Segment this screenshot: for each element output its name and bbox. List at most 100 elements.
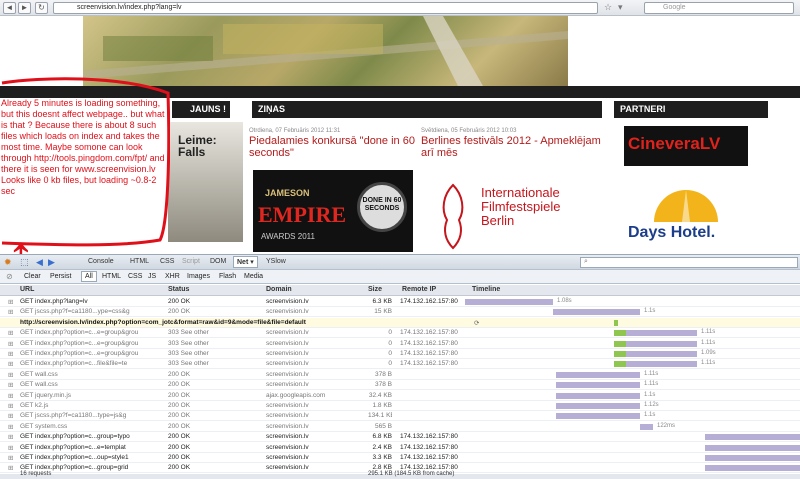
column-remote-ip[interactable]: Remote IP (402, 286, 436, 293)
filter-js[interactable]: JS (148, 273, 156, 280)
expand-icon[interactable]: ⊞ (8, 433, 13, 441)
request-row[interactable]: http://screenvision.lv/index.php?option=… (0, 317, 800, 328)
expand-icon[interactable]: ⊞ (8, 350, 13, 358)
firebug-toolbar: ✹ ⬚ ◀ ▶ Console HTML CSS Script DOM Net … (0, 254, 800, 270)
column-timeline[interactable]: Timeline (472, 286, 500, 293)
news-section-title: ZIŅAS (258, 104, 285, 114)
search-icon: ⌕ (584, 258, 588, 265)
request-row[interactable]: ⊞ GET k2.js 200 OK screenvision.lv 1.8 KB 1.1… (0, 401, 800, 411)
request-row[interactable]: ⊞ GET system.css 200 OK screenvision.lv 565 … (0, 422, 800, 432)
request-size: 0 (388, 339, 392, 347)
column-domain[interactable]: Domain (266, 286, 292, 293)
request-url: http://screenvision.lv/index.php?option=… (20, 318, 306, 326)
request-size: 134.1 KB (368, 412, 392, 420)
days-hotel-logo[interactable]: Days Hotel. (624, 182, 748, 248)
filter-css[interactable]: CSS (128, 273, 142, 280)
column-url[interactable]: URL (20, 286, 34, 293)
back-button[interactable]: ◄ (3, 2, 16, 14)
expand-icon[interactable]: ⊞ (8, 371, 13, 379)
expand-icon[interactable]: ⊞ (8, 454, 13, 462)
url-dropdown-icon[interactable]: ▾ (618, 2, 623, 13)
filter-clear[interactable]: Clear (24, 273, 41, 280)
request-row[interactable]: ⊞ GET wall.css 200 OK screenvision.lv 378 B 1… (0, 380, 800, 391)
request-row[interactable]: ⊞ GET jscss.php?f=ca1180...ype=css&g 200 O… (0, 307, 800, 318)
request-row[interactable]: ⊞ GET index.php?option=c...e=group&grou 30… (0, 349, 800, 359)
annotation-note: Already 5 minutes is loading something, … (1, 98, 165, 196)
request-domain: screenvision.lv (266, 350, 309, 357)
timeline-bar (626, 340, 697, 347)
tab-console[interactable]: Console (88, 258, 114, 265)
request-row[interactable]: ⊞ GET index.php?option=c...e=group&grou 30… (0, 339, 800, 349)
timeline-duration: 1.1s (644, 391, 656, 398)
request-row[interactable]: ⊞ GET index.php?option=c...file&file=te 30… (0, 359, 800, 370)
request-size: 378 B (375, 370, 392, 378)
cinevera-logo[interactable]: CineveraLV (624, 126, 748, 166)
filter-persist[interactable]: Persist (50, 273, 71, 280)
search-input[interactable]: Google (644, 2, 794, 14)
nav-left-icon[interactable]: ◀ (36, 257, 43, 268)
filter-xhr[interactable]: XHR (165, 273, 180, 280)
request-row[interactable]: ⊞ GET index.php?option=c...e=group&grou 30… (0, 328, 800, 339)
expand-icon[interactable]: ⊞ (8, 423, 13, 431)
timeline-wait-bar (614, 330, 626, 337)
summary-requests: 16 requests (20, 471, 52, 477)
tab-css[interactable]: CSS (160, 258, 174, 265)
request-row[interactable]: ⊞ GET index.php?option=c...e=templat 200 O… (0, 443, 800, 453)
request-row[interactable]: ⊞ GET jquery.min.js 200 OK ajax.googleapis.… (0, 391, 800, 401)
expand-icon[interactable]: ⊞ (8, 298, 13, 306)
forward-button[interactable]: ► (18, 2, 31, 14)
request-row[interactable]: ⊞ GET index.php?lang=lv 200 OK screenvision… (0, 297, 800, 307)
column-size[interactable]: Size (368, 286, 382, 293)
expand-icon[interactable]: ⊞ (8, 402, 13, 410)
expand-icon[interactable]: ⊞ (8, 340, 13, 348)
url-field[interactable]: screenvision.lv/index.php?lang=lv (53, 2, 598, 14)
request-size: 6.3 KB (372, 298, 392, 305)
berlin-line3: Berlin (481, 213, 515, 228)
bookmark-star-icon[interactable]: ☆ (604, 2, 612, 13)
expand-icon[interactable]: ⊞ (8, 329, 13, 337)
expand-icon[interactable]: ⊞ (8, 308, 13, 316)
column-status[interactable]: Status (168, 286, 189, 293)
request-row[interactable]: ⊞ GET index.php?option=c...oup=style1 200 … (0, 453, 800, 463)
news-title-link[interactable]: Berlines festivāls 2012 - Apmeklējam arī… (421, 135, 601, 159)
timeline-duration: 1.08s (557, 298, 572, 304)
request-url: GET jquery.min.js (20, 391, 72, 399)
news-date: Otrdiena, 07 Februāris 2012 11:31 (249, 128, 341, 134)
inspect-icon[interactable]: ⬚ (20, 257, 29, 268)
expand-icon[interactable]: ⊞ (8, 412, 13, 420)
expand-icon[interactable]: ⊞ (8, 392, 13, 400)
filter-images[interactable]: Images (187, 273, 210, 280)
tab-yslow[interactable]: YSlow (266, 258, 286, 265)
request-row[interactable]: ⊞ GET wall.css 200 OK screenvision.lv 378 B 1… (0, 370, 800, 380)
tab-script[interactable]: Script (182, 258, 200, 265)
nav-right-icon[interactable]: ▶ (48, 257, 55, 268)
request-url: GET k2.js (20, 402, 49, 409)
request-row[interactable]: ⊞ GET index.php?option=c...group=typo 200 … (0, 432, 800, 443)
filter-flash[interactable]: Flash (219, 273, 236, 280)
tab-dom[interactable]: DOM (210, 258, 226, 265)
expand-icon[interactable]: ⊞ (8, 444, 13, 452)
berlinale-image[interactable]: Internationale Filmfestspiele Berlin (423, 172, 603, 252)
firebug-icon[interactable]: ✹ (4, 257, 12, 268)
request-url: GET index.php?lang=lv (20, 298, 88, 305)
reload-button[interactable]: ↻ (35, 2, 48, 14)
filter-html[interactable]: HTML (102, 273, 121, 280)
request-row[interactable]: ⊞ GET jscss.php?f=ca1180...type=js&g 200 O… (0, 411, 800, 422)
request-status: 200 OK (168, 298, 191, 305)
filter-media[interactable]: Media (244, 273, 263, 280)
tab-html[interactable]: HTML (130, 258, 149, 265)
empire-awards-image[interactable]: JAMESON EMPIRE AWARDS 2011 DONE IN 60 SE… (253, 170, 413, 252)
expand-icon[interactable]: ⊞ (8, 464, 13, 472)
browser-toolbar: ◄ ► ↻ screenvision.lv/index.php?lang=lv … (0, 0, 800, 16)
news-title-link[interactable]: Piedalamies konkursā "done in 60 seconds… (249, 135, 429, 159)
firebug-search-input[interactable]: ⌕ (580, 257, 798, 268)
timeline-bar (553, 309, 640, 316)
expand-icon[interactable]: ⊞ (8, 360, 13, 368)
clear-icon[interactable]: ⊘ (6, 272, 13, 281)
poster-thumbnail[interactable]: Leime: Falls (168, 122, 243, 242)
filter-all[interactable]: All (81, 271, 97, 282)
tab-net[interactable]: Net ▾ (233, 256, 258, 268)
timeline-bar (705, 465, 800, 472)
request-status: 200 OK (168, 433, 191, 441)
expand-icon[interactable]: ⊞ (8, 381, 13, 389)
